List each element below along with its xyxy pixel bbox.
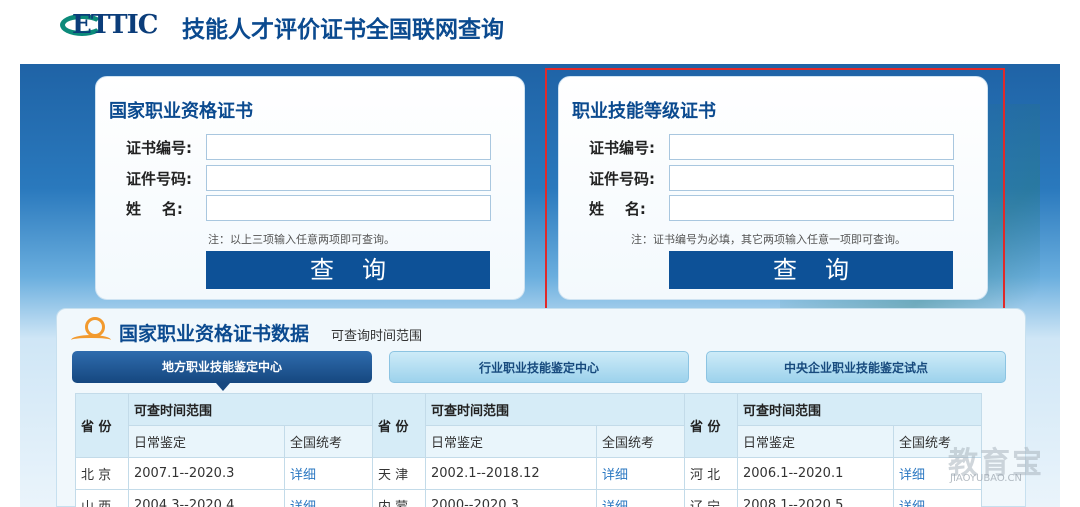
data-table: 省 份 可查时间范围 省 份 可查时间范围 省 份 可查时间范围 日常鉴定 全国…	[75, 393, 982, 507]
range-cell: 2008.1--2020.5	[737, 489, 894, 507]
name-label: 姓 名:	[126, 200, 183, 218]
certificate-number-input[interactable]	[206, 134, 491, 160]
detail-cell: 详细	[596, 489, 685, 507]
daily-header: 日常鉴定	[737, 425, 894, 458]
certificate-number-label: 证书编号:	[126, 139, 192, 157]
detail-cell: 详细	[596, 457, 685, 490]
ettic-logo[interactable]: ETTIC	[60, 10, 172, 40]
detail-link[interactable]: 详细	[899, 468, 925, 483]
table-header-row: 省 份 可查时间范围 省 份 可查时间范围 省 份 可查时间范围	[75, 393, 982, 458]
province-cell: 辽 宁	[684, 489, 738, 507]
daily-header: 日常鉴定	[425, 425, 597, 458]
province-cell: 山 西	[75, 489, 129, 507]
detail-link[interactable]: 详细	[290, 468, 316, 483]
province-cell: 河 北	[684, 457, 738, 490]
table-subheader-row: 日常鉴定 全国统考 日常鉴定 全国统考 日常鉴定 全国统考	[76, 425, 982, 458]
province-cell: 天 津	[372, 457, 426, 490]
detail-link[interactable]: 详细	[899, 500, 925, 507]
table-row: 北 京 2007.1--2020.3 详细 天 津 2002.1--2018.1…	[75, 457, 982, 490]
daily-header: 日常鉴定	[128, 425, 285, 458]
logo-text: ETTIC	[72, 10, 158, 40]
certificate-data-panel: 国家职业资格证书数据 可查询时间范围 地方职业技能鉴定中心 行业职业技能鉴定中心…	[56, 308, 1026, 507]
province-header: 省 份	[684, 393, 738, 458]
watermark-url: JIAOYUBAO.CN	[950, 473, 1022, 484]
province-header: 省 份	[75, 393, 129, 458]
range-cell: 2004.3--2020.4	[128, 489, 285, 507]
query-button[interactable]: 查询	[206, 251, 490, 289]
detail-cell: 详细	[284, 489, 373, 507]
detail-link[interactable]: 详细	[290, 500, 316, 507]
range-cell: 2006.1--2020.1	[737, 457, 894, 490]
national-qualification-query-card: 国家职业资格证书 证书编号: 证件号码: 姓 名: 注：以上三项输入任意两项即可…	[95, 76, 525, 300]
national-header: 全国统考	[596, 425, 685, 458]
province-header: 省 份	[372, 393, 426, 458]
range-cell: 2000--2020.3	[425, 489, 597, 507]
tab-central-enterprise-pilots[interactable]: 中央企业职业技能鉴定试点	[706, 351, 1006, 383]
panel-title: 国家职业资格证书数据	[119, 323, 310, 345]
detail-cell: 详细	[284, 457, 373, 490]
range-header: 可查时间范围	[737, 393, 982, 426]
query-note: 注：以上三项输入任意两项即可查询。	[208, 233, 395, 246]
range-cell: 2002.1--2018.12	[425, 457, 597, 490]
range-header: 可查时间范围	[425, 393, 685, 426]
tab-local-centers[interactable]: 地方职业技能鉴定中心	[72, 351, 372, 391]
page-title: 技能人才评价证书全国联网查询	[182, 17, 504, 43]
key-icon	[71, 317, 115, 347]
detail-link[interactable]: 详细	[602, 500, 628, 507]
site-header: ETTIC 技能人才评价证书全国联网查询	[0, 0, 1080, 64]
tab-industry-centers[interactable]: 行业职业技能鉴定中心	[389, 351, 689, 383]
range-header: 可查时间范围	[128, 393, 373, 426]
name-input[interactable]	[206, 195, 491, 221]
range-cell: 2007.1--2020.3	[128, 457, 285, 490]
panel-subtitle: 可查询时间范围	[331, 329, 423, 344]
id-number-input[interactable]	[206, 165, 491, 191]
table-row: 山 西 2004.3--2020.4 详细 内 蒙 2000--2020.3 详…	[75, 489, 982, 507]
highlight-box	[545, 68, 1005, 310]
card-title: 国家职业资格证书	[109, 101, 253, 122]
detail-link[interactable]: 详细	[602, 468, 628, 483]
province-cell: 内 蒙	[372, 489, 426, 507]
detail-cell: 详细	[893, 489, 982, 507]
province-cell: 北 京	[75, 457, 129, 490]
national-header: 全国统考	[284, 425, 373, 458]
id-number-label: 证件号码:	[126, 170, 192, 188]
